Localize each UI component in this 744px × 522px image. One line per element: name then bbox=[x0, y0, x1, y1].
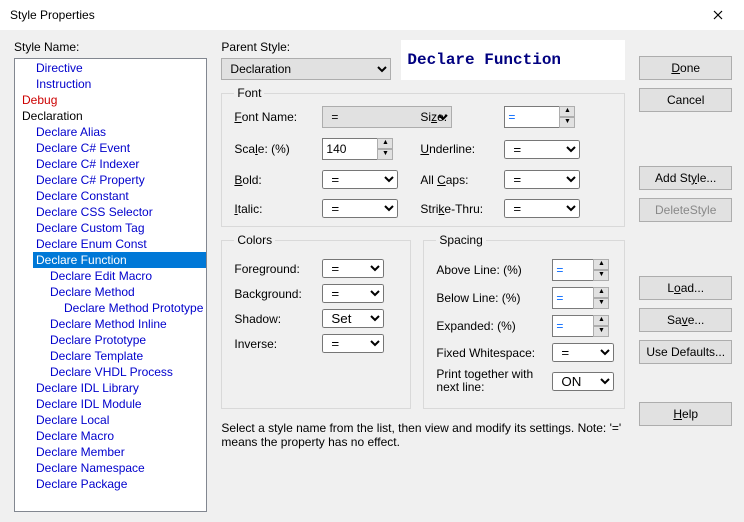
below-line-field[interactable]: ▲▼ bbox=[552, 287, 609, 309]
window-title: Style Properties bbox=[10, 8, 696, 22]
fixed-ws-select[interactable]: = bbox=[552, 343, 614, 362]
style-name-label: Style Name: bbox=[14, 40, 207, 54]
above-line-label: Above Line: (%) bbox=[436, 263, 546, 277]
cancel-button[interactable]: Cancel bbox=[639, 88, 732, 112]
tree-item[interactable]: Declare Method bbox=[47, 284, 206, 300]
font-legend: Font bbox=[234, 86, 264, 100]
tree-item[interactable]: Declare Constant bbox=[33, 188, 206, 204]
font-strike-select[interactable]: = bbox=[504, 199, 580, 218]
font-strike-label: Strike-Thru: bbox=[420, 202, 496, 216]
font-scale-input[interactable] bbox=[322, 138, 378, 160]
tree-item[interactable]: Declare Package bbox=[33, 476, 206, 492]
above-line-input[interactable] bbox=[552, 259, 594, 281]
tree-item[interactable]: Declare C# Event bbox=[33, 140, 206, 156]
tree-item[interactable]: Declare Enum Const bbox=[33, 236, 206, 252]
tree-item[interactable]: Declare Method Prototype bbox=[61, 300, 206, 316]
done-button[interactable]: Done bbox=[639, 56, 732, 80]
tree-item[interactable]: Declaration bbox=[19, 108, 206, 124]
font-underline-select[interactable]: = bbox=[504, 140, 580, 159]
font-size-stepper[interactable]: ▲▼ bbox=[559, 106, 575, 128]
tree-item[interactable]: Instruction bbox=[33, 76, 206, 92]
tree-item[interactable]: Declare Template bbox=[47, 348, 206, 364]
titlebar: Style Properties bbox=[0, 0, 744, 30]
bg-label: Background: bbox=[234, 287, 316, 301]
add-style-button[interactable]: Add Style... bbox=[639, 166, 732, 190]
tree-item[interactable]: Declare IDL Module bbox=[33, 396, 206, 412]
help-text: Select a style name from the list, then … bbox=[221, 421, 625, 449]
font-scale-label: Scale: (%) bbox=[234, 142, 314, 156]
parent-style-block: Parent Style: Declaration bbox=[221, 40, 391, 80]
style-tree[interactable]: DirectiveInstructionDebugDeclarationDecl… bbox=[15, 59, 206, 511]
tree-item[interactable]: Declare C# Indexer bbox=[33, 156, 206, 172]
inverse-select[interactable]: = bbox=[322, 334, 384, 353]
expanded-field[interactable]: ▲▼ bbox=[552, 315, 609, 337]
tree-item[interactable]: Declare Local bbox=[33, 412, 206, 428]
spacing-legend: Spacing bbox=[436, 233, 485, 247]
colors-group: Colors Foreground: = Background: = Shado… bbox=[221, 233, 411, 409]
print-together-select[interactable]: ON bbox=[552, 372, 614, 391]
font-italic-select[interactable]: = bbox=[322, 199, 398, 218]
shadow-select[interactable]: Set bbox=[322, 309, 384, 328]
font-italic-label: Italic: bbox=[234, 202, 314, 216]
font-size-input[interactable] bbox=[504, 106, 560, 128]
font-size-field[interactable]: ▲▼ bbox=[504, 106, 594, 128]
below-line-label: Below Line: (%) bbox=[436, 291, 546, 305]
close-button[interactable] bbox=[696, 0, 740, 30]
dialog-style-properties: Style Properties Style Name: DirectiveIn… bbox=[0, 0, 744, 522]
font-group: Font Font Name: = Size: ▲▼ Scale: (%) ▲▼… bbox=[221, 86, 625, 227]
fixed-ws-label: Fixed Whitespace: bbox=[436, 346, 546, 360]
tree-item[interactable]: Declare Macro bbox=[33, 428, 206, 444]
print-together-label: Print together with next line: bbox=[436, 368, 546, 394]
tree-item[interactable]: Declare Alias bbox=[33, 124, 206, 140]
help-button[interactable]: Help bbox=[639, 402, 732, 426]
inverse-label: Inverse: bbox=[234, 337, 316, 351]
font-scale-field[interactable]: ▲▼ bbox=[322, 138, 412, 160]
tree-item[interactable]: Declare IDL Library bbox=[33, 380, 206, 396]
tree-item[interactable]: Declare Prototype bbox=[47, 332, 206, 348]
tree-item[interactable]: Debug bbox=[19, 92, 206, 108]
expanded-label: Expanded: (%) bbox=[436, 319, 546, 333]
settings-panel: Parent Style: Declaration Declare Functi… bbox=[221, 40, 625, 512]
tree-item[interactable]: Declare Namespace bbox=[33, 460, 206, 476]
style-preview: Declare Function bbox=[401, 40, 625, 80]
delete-style-button[interactable]: Delete Style bbox=[639, 198, 732, 222]
tree-item[interactable]: Declare Edit Macro bbox=[47, 268, 206, 284]
shadow-label: Shadow: bbox=[234, 312, 316, 326]
tree-item[interactable]: Declare VHDL Process bbox=[47, 364, 206, 380]
expanded-input[interactable] bbox=[552, 315, 594, 337]
load-button[interactable]: Load... bbox=[639, 276, 732, 300]
font-bold-label: Bold: bbox=[234, 173, 314, 187]
tree-item[interactable]: Declare Method Inline bbox=[47, 316, 206, 332]
dialog-body: Style Name: DirectiveInstructionDebugDec… bbox=[0, 30, 744, 522]
fg-label: Foreground: bbox=[234, 262, 316, 276]
tree-item[interactable]: Directive bbox=[33, 60, 206, 76]
font-allcaps-label: All Caps: bbox=[420, 173, 496, 187]
font-scale-stepper[interactable]: ▲▼ bbox=[377, 138, 393, 160]
parent-style-select[interactable]: Declaration bbox=[221, 58, 391, 80]
close-icon bbox=[713, 10, 723, 20]
font-underline-label: Underline: bbox=[420, 142, 496, 156]
style-tree-wrap: DirectiveInstructionDebugDeclarationDecl… bbox=[14, 58, 207, 512]
font-bold-select[interactable]: = bbox=[322, 170, 398, 189]
save-button[interactable]: Save... bbox=[639, 308, 732, 332]
tree-item[interactable]: Declare Function bbox=[33, 252, 206, 268]
buttons-panel: Done Cancel Add Style... Delete Style Lo… bbox=[639, 40, 732, 512]
below-line-input[interactable] bbox=[552, 287, 594, 309]
colors-legend: Colors bbox=[234, 233, 275, 247]
font-allcaps-select[interactable]: = bbox=[504, 170, 580, 189]
spacing-group: Spacing Above Line: (%) ▲▼ Below Line: (… bbox=[423, 233, 625, 409]
bg-select[interactable]: = bbox=[322, 284, 384, 303]
use-defaults-button[interactable]: Use Defaults... bbox=[639, 340, 732, 364]
style-tree-panel: Style Name: DirectiveInstructionDebugDec… bbox=[14, 40, 207, 512]
parent-style-label: Parent Style: bbox=[221, 40, 391, 54]
font-name-label: Font Name: bbox=[234, 110, 314, 124]
above-line-field[interactable]: ▲▼ bbox=[552, 259, 609, 281]
tree-item[interactable]: Declare Custom Tag bbox=[33, 220, 206, 236]
fg-select[interactable]: = bbox=[322, 259, 384, 278]
font-size-label: Size: bbox=[420, 110, 496, 124]
tree-item[interactable]: Declare Member bbox=[33, 444, 206, 460]
tree-item[interactable]: Declare CSS Selector bbox=[33, 204, 206, 220]
tree-item[interactable]: Declare C# Property bbox=[33, 172, 206, 188]
